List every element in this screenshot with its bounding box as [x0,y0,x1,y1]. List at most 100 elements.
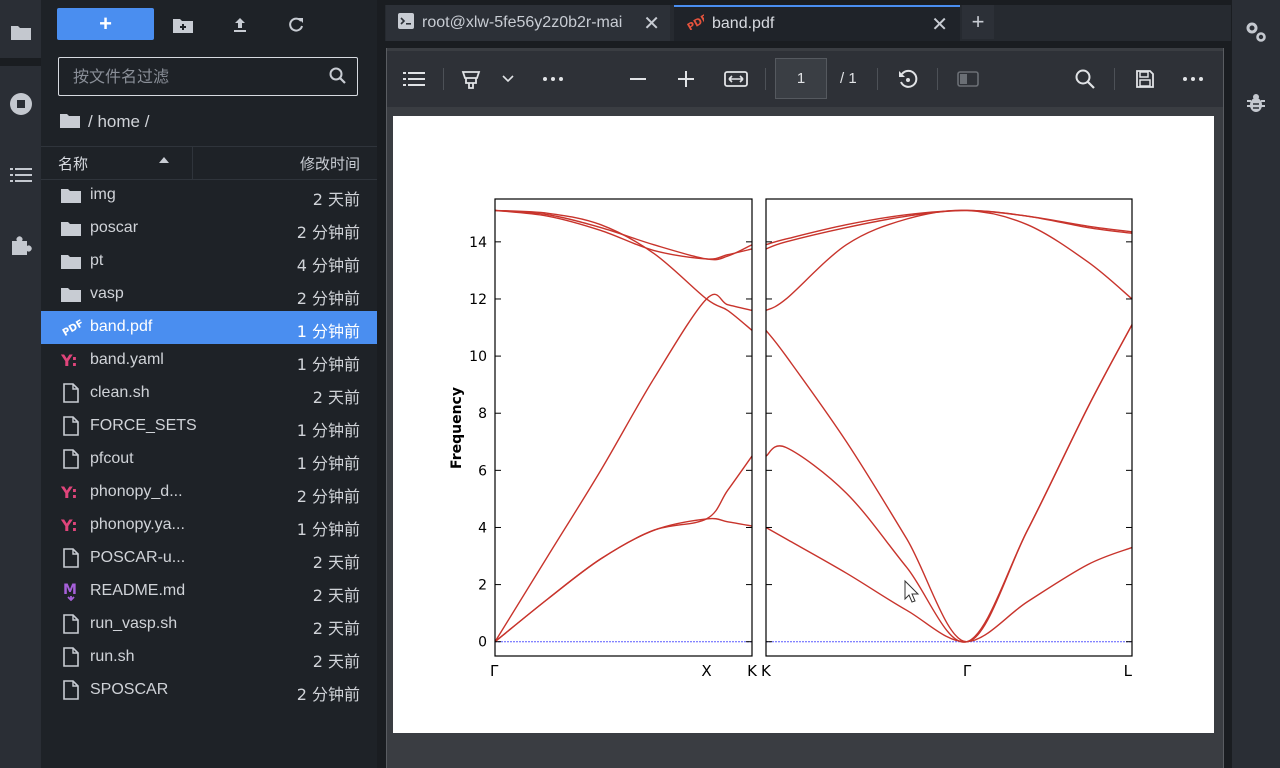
more-tools-icon[interactable] [537,64,569,94]
file-row[interactable]: FORCE_SETS 1 分钟前 [41,410,377,443]
file-row[interactable]: clean.sh 2 天前 [41,377,377,410]
file-row[interactable]: run.sh 2 天前 [41,641,377,674]
file-row[interactable]: Y: phonopy_d... 2 分钟前 [41,476,377,509]
file-row[interactable]: pt 4 分钟前 [41,245,377,278]
band-structure-plot: 0 2 4 6 8 10 12 14 Γ X K Frequency K Γ L [449,198,1133,680]
zoom-in-icon[interactable] [670,64,702,94]
folder-icon[interactable] [60,112,80,133]
chevron-down-icon[interactable] [492,64,524,94]
yaml-icon: Y: [60,515,82,535]
file-row[interactable]: img 2 天前 [41,179,377,212]
file-name: FORCE_SETS [90,417,197,434]
file-icon [60,680,82,700]
file-name: phonopy.ya... [90,516,185,533]
x-tick-label: K [747,662,758,680]
highlighter-icon[interactable] [455,64,487,94]
save-icon[interactable] [1129,64,1161,94]
svg-text:M: M [63,582,77,598]
page-number-input[interactable]: 1 [775,58,827,99]
file-name: pt [90,252,104,269]
x-tick-label: Γ [963,662,972,680]
file-row[interactable]: M README.md 2 天前 [41,575,377,608]
folder-icon [60,218,82,238]
file-icon [60,614,82,634]
svg-text:PDF: PDF [61,318,82,336]
file-modified-time: 2 天前 [312,619,360,638]
x-tick-label: Γ [490,662,499,680]
file-icon [60,416,82,436]
new-folder-icon[interactable] [168,10,198,40]
close-icon[interactable]: ✕ [643,11,660,36]
file-name: SPOSCAR [90,681,169,698]
folder-icon [60,251,82,271]
x-tick-label: X [701,662,711,680]
sort-ascending-icon[interactable] [159,157,169,163]
file-modified-time: 2 天前 [312,388,360,407]
band-line-0-5 [494,209,753,261]
file-row[interactable]: PDF band.pdf 1 分钟前 [41,311,377,344]
name-column-header[interactable]: 名称 [58,153,88,174]
y-tick-label: 2 [478,578,487,594]
y-tick-label: 4 [478,520,487,536]
gear-icon[interactable] [1244,20,1268,49]
folder-icon [60,185,82,205]
search-icon[interactable] [1069,64,1101,94]
file-row[interactable]: pfcout 1 分钟前 [41,443,377,476]
pdf-icon: PDF [686,12,711,35]
file-name: phonopy_d... [90,483,183,500]
file-row[interactable]: run_vasp.sh 2 天前 [41,608,377,641]
search-icon[interactable] [329,67,347,90]
add-tab-icon[interactable]: + [962,5,994,39]
file-modified-time: 2 分钟前 [296,685,360,704]
fit-width-icon[interactable] [720,64,752,94]
file-modified-time: 1 分钟前 [296,454,360,473]
puzzle-icon[interactable] [0,225,41,265]
debug-bug-icon[interactable] [1245,92,1267,119]
file-name: clean.sh [90,384,150,401]
file-name: README.md [90,582,186,599]
folder-icon[interactable] [0,12,41,52]
svg-text:Y:: Y: [61,483,78,501]
new-launcher-button[interactable]: + [57,8,154,40]
close-icon[interactable]: ✕ [931,12,948,37]
file-row[interactable]: SPOSCAR 2 分钟前 [41,674,377,707]
band-line-1-1 [765,324,1133,643]
file-name: POSCAR-u... [90,549,186,566]
plot-frame-0 [494,198,753,657]
file-row[interactable]: Y: band.yaml 1 分钟前 [41,344,377,377]
y-tick-label: 14 [469,235,487,251]
upload-icon[interactable] [225,10,255,40]
file-name: poscar [90,219,139,236]
page-view-icon[interactable] [952,64,984,94]
file-modified-time: 1 分钟前 [296,421,360,440]
file-modified-time: 2 天前 [312,190,360,209]
markdown-icon: M [60,581,82,601]
list-icon[interactable] [0,155,41,195]
file-row[interactable]: Y: phonopy.ya... 1 分钟前 [41,509,377,542]
right-sidebar [1231,0,1280,768]
page-total: / 1 [840,70,857,87]
band-line-1-0 [765,526,1133,643]
file-row[interactable]: vasp 2 分钟前 [41,278,377,311]
refresh-icon[interactable] [281,10,311,40]
zoom-out-icon[interactable] [622,64,654,94]
y-tick-label: 10 [469,349,487,365]
filter-search-box[interactable] [58,57,358,96]
tab-band-pdf[interactable]: PDF band.pdf ✕ [674,5,960,41]
sidebar-toggle-icon[interactable] [398,64,430,94]
more-icon[interactable] [1177,64,1209,94]
breadcrumb-path[interactable]: / home / [88,112,149,132]
file-row[interactable]: POSCAR-u... 2 天前 [41,542,377,575]
tab-title: band.pdf [712,15,775,32]
search-input[interactable] [71,66,325,87]
file-row[interactable]: poscar 2 分钟前 [41,212,377,245]
rotate-icon[interactable] [892,64,924,94]
file-modified-time: 1 分钟前 [296,520,360,539]
modified-column-header[interactable]: 修改时间 [300,153,360,174]
svg-text:Y:: Y: [61,516,78,534]
file-icon [60,548,82,568]
file-icon [60,647,82,667]
file-modified-time: 2 分钟前 [296,487,360,506]
tab-terminal[interactable]: root@xlw-5fe56y2z0b2r-mai ✕ [386,5,670,41]
stop-circle-icon[interactable] [0,84,41,124]
